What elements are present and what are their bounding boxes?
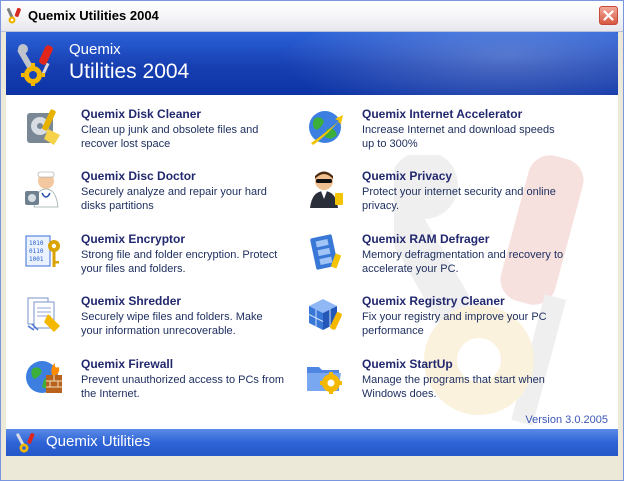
shredder-item[interactable]: Quemix Shredder Securely wipe files and … — [24, 294, 294, 350]
svg-text:0110: 0110 — [29, 248, 44, 255]
globe-icon — [309, 111, 343, 145]
disk-cleaner-title: Quemix Disk Cleaner — [81, 107, 202, 121]
footer-brand: Quemix Utilities — [46, 433, 150, 450]
svg-text:1001: 1001 — [29, 256, 44, 263]
title-bar[interactable]: Quemix Utilities 2004 — [1, 1, 623, 32]
svg-text:1010: 1010 — [29, 240, 44, 247]
privacy-title: Quemix Privacy — [362, 169, 453, 183]
close-button[interactable] — [599, 6, 618, 25]
app-window: Quemix Utilities 2004 Quemix Utilities 2… — [0, 0, 624, 481]
ram-defrager-item[interactable]: Quemix RAM Defrager Memory defragmentati… — [305, 232, 575, 288]
encryptor-description: Strong file and folder encryption. Prote… — [81, 249, 278, 275]
agent-icon — [310, 171, 343, 208]
doctor-icon — [25, 171, 59, 208]
brand-name: Quemix — [69, 41, 121, 58]
firewall-icon — [26, 361, 62, 393]
memory-icon — [310, 234, 341, 270]
status-bar — [6, 457, 618, 477]
version-label: Version 3.0.2005 — [525, 414, 608, 426]
shredder-description: Securely wipe files and folders. Make yo… — [81, 311, 263, 337]
encryptor-item[interactable]: 1010 0110 1001 Quemix Encryptor Strong f… — [24, 232, 294, 288]
footer-brand-product: Utilities — [101, 433, 151, 450]
app-tools-icon — [6, 7, 21, 24]
disk-cleaner-item[interactable]: Quemix Disk Cleaner Clean up junk and ob… — [24, 107, 294, 163]
firewall-title: Quemix Firewall — [81, 357, 174, 371]
shredder-title: Quemix Shredder — [81, 294, 182, 308]
firewall-item[interactable]: Quemix Firewall Prevent unauthorized acc… — [24, 357, 294, 413]
startup-title: Quemix StartUp — [362, 357, 453, 371]
registry-cube-icon — [308, 299, 342, 330]
privacy-description: Protect your internet security and onlin… — [362, 186, 556, 212]
registry-cleaner-item[interactable]: Quemix Registry Cleaner Fix your registr… — [305, 294, 575, 350]
product-name: Utilities 2004 — [69, 60, 190, 83]
window-title: Quemix Utilities 2004 — [28, 8, 159, 23]
internet-accelerator-item[interactable]: Quemix Internet Accelerator Increase Int… — [305, 107, 575, 163]
close-icon — [603, 10, 614, 21]
logo-tools-icon — [17, 44, 53, 86]
utilities-panel: Quemix Disk Cleaner Clean up junk and ob… — [6, 95, 618, 429]
disk-cleaner-icon — [27, 109, 60, 145]
shredder-icon — [27, 297, 60, 332]
footer-bar: Quemix Utilities — [6, 429, 618, 456]
internet-accelerator-title: Quemix Internet Accelerator — [362, 107, 523, 121]
encryptor-title: Quemix Encryptor — [81, 232, 186, 246]
firewall-description: Prevent unauthorized access to PCs from … — [81, 374, 284, 400]
startup-description: Manage the programs that start when Wind… — [362, 374, 545, 400]
disc-doctor-description: Securely analyze and repair your hard di… — [81, 186, 267, 212]
disc-doctor-title: Quemix Disc Doctor — [81, 169, 196, 183]
footer-brand-company: Quemix — [46, 433, 98, 450]
registry-cleaner-description: Fix your registry and improve your PC pe… — [362, 311, 547, 337]
header-banner: Quemix Utilities 2004 — [6, 32, 618, 95]
privacy-item[interactable]: Quemix Privacy Protect your internet sec… — [305, 169, 575, 225]
startup-item[interactable]: Quemix StartUp Manage the programs that … — [305, 357, 575, 413]
internet-accelerator-description: Increase Internet and download speeds up… — [362, 124, 555, 150]
key-icon: 1010 0110 1001 — [25, 235, 60, 267]
ram-defrager-description: Memory defragmentation and recovery to a… — [362, 249, 564, 275]
disc-doctor-item[interactable]: Quemix Disc Doctor Securely analyze and … — [24, 169, 294, 225]
footer-tools-icon — [16, 433, 35, 453]
ram-defrager-title: Quemix RAM Defrager — [362, 232, 490, 246]
disk-cleaner-description: Clean up junk and obsolete files and rec… — [81, 124, 259, 150]
registry-cleaner-title: Quemix Registry Cleaner — [362, 294, 505, 308]
startup-folder-icon — [307, 367, 342, 394]
banner-highlight — [278, 32, 618, 95]
